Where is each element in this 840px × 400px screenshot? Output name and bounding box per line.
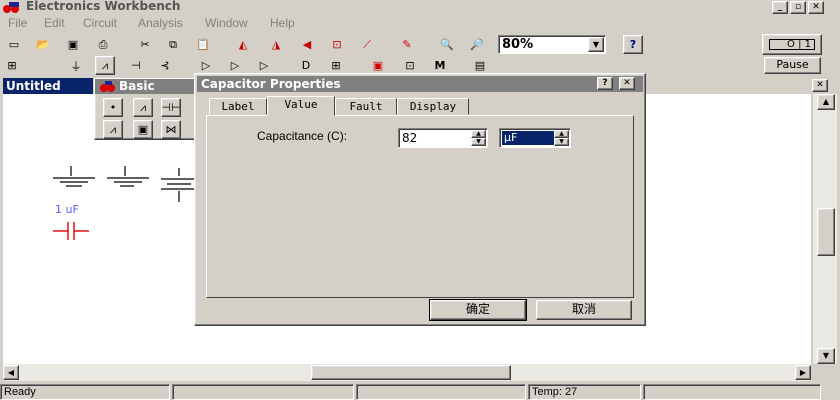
transistors-icon[interactable]: ⊰ bbox=[155, 56, 175, 75]
dialog-close-button[interactable]: ✕ bbox=[619, 77, 635, 90]
diodes-icon[interactable]: ⊣ bbox=[126, 56, 146, 75]
menu-edit[interactable]: Edit bbox=[44, 16, 65, 30]
rotate-icon[interactable]: ◭ bbox=[233, 35, 253, 54]
menu-window[interactable]: Window bbox=[205, 16, 248, 30]
unit-down-icon[interactable]: ▼ bbox=[554, 138, 569, 146]
potentiometer-icon[interactable]: ⩘ bbox=[103, 120, 123, 139]
capacitor-label: 1 uF bbox=[55, 203, 79, 216]
unit-up-icon[interactable]: ▲ bbox=[554, 130, 569, 138]
status-cell-5 bbox=[643, 384, 821, 400]
menu-bar: File Edit Circuit Analysis Window Help bbox=[0, 16, 840, 32]
flip-horizontal-icon[interactable]: ◮ bbox=[266, 35, 286, 54]
subcircuit-icon[interactable]: ⊡ bbox=[327, 35, 347, 54]
status-cell-3 bbox=[356, 384, 526, 400]
capacitance-up-icon[interactable]: ▲ bbox=[471, 130, 486, 138]
document-close-button[interactable]: ✕ bbox=[812, 79, 828, 92]
component-properties-icon[interactable]: ✎ bbox=[397, 35, 417, 54]
app-title: Electronics Workbench bbox=[26, 0, 181, 13]
zoom-out-icon[interactable]: 🔍 bbox=[437, 35, 457, 54]
relay-icon[interactable]: ⋈ bbox=[161, 120, 181, 139]
menu-help[interactable]: Help bbox=[270, 16, 295, 30]
flip-vertical-icon[interactable]: ◀ bbox=[297, 35, 317, 54]
document-title: Untitled bbox=[3, 78, 93, 94]
tab-fault[interactable]: Fault bbox=[335, 98, 397, 115]
cut-icon[interactable]: ✂ bbox=[135, 35, 155, 54]
vertical-scroll-thumb[interactable] bbox=[817, 208, 835, 256]
cancel-button[interactable]: 取消 bbox=[536, 300, 632, 320]
zoom-select[interactable]: 80% ▼ bbox=[498, 35, 606, 54]
connector-icon[interactable]: • bbox=[103, 98, 123, 117]
tab-value[interactable]: Value bbox=[267, 96, 335, 116]
help-button[interactable]: ? bbox=[623, 35, 643, 54]
status-ready: Ready bbox=[0, 384, 170, 400]
capacitance-down-icon[interactable]: ▼ bbox=[471, 138, 486, 146]
basic-icon[interactable]: ⩘ bbox=[95, 56, 115, 75]
capacitance-input[interactable]: 82 ▲ ▼ bbox=[398, 128, 488, 148]
new-icon[interactable]: ▭ bbox=[4, 35, 24, 54]
menu-file[interactable]: File bbox=[8, 16, 27, 30]
horizontal-scrollbar[interactable]: ◀ ▶ bbox=[3, 364, 811, 381]
main-toolbar: ▭ 📂 ▣ ⎙ ✂ ⧉ 📋 ◭ ◮ ◀ ⊡ ⟋ ✎ 🔍 🔎 80% ▼ ? O … bbox=[0, 33, 840, 55]
basic-palette-icon bbox=[100, 81, 115, 92]
unit-value: µF bbox=[502, 131, 554, 145]
value-tab-panel: Capacitance (C): 82 ▲ ▼ µF ▲ ▼ bbox=[206, 115, 634, 298]
close-button[interactable]: ✕ bbox=[808, 1, 824, 14]
chevron-down-icon[interactable]: ▼ bbox=[588, 37, 604, 52]
parts-bin-icon[interactable]: ⊞ bbox=[2, 56, 22, 75]
menu-analysis[interactable]: Analysis bbox=[138, 16, 183, 30]
print-icon[interactable]: ⎙ bbox=[93, 35, 113, 54]
sources-icon[interactable]: ⏚ bbox=[66, 56, 86, 75]
resistor-icon[interactable]: ⩘ bbox=[133, 98, 153, 117]
capacitance-label: Capacitance (C): bbox=[257, 129, 348, 143]
scroll-up-icon[interactable]: ▲ bbox=[817, 94, 835, 110]
paste-icon[interactable]: 📋 bbox=[193, 35, 213, 54]
transformer-icon[interactable]: ▣ bbox=[133, 120, 153, 139]
power-switch-icon: O | 1 bbox=[769, 39, 815, 50]
copy-icon[interactable]: ⧉ bbox=[163, 35, 183, 54]
vertical-scrollbar[interactable]: ▲ ▼ bbox=[813, 94, 837, 364]
scroll-down-icon[interactable]: ▼ bbox=[817, 348, 835, 364]
unit-spinner[interactable]: µF ▲ ▼ bbox=[499, 128, 571, 148]
restore-button[interactable]: ▫ bbox=[790, 1, 806, 14]
save-icon[interactable]: ▣ bbox=[63, 35, 83, 54]
zoom-value: 80% bbox=[502, 37, 534, 52]
basic-palette: Basic • ⩘ ⊣⊢ ⩘ ▣ ⋈ bbox=[94, 78, 204, 140]
capacitor-properties-dialog: Capacitor Properties ? ✕ Label Value Fau… bbox=[194, 73, 646, 326]
zoom-in-icon[interactable]: 🔎 bbox=[467, 35, 487, 54]
title-bar: Electronics Workbench _ ▫ ✕ bbox=[0, 0, 840, 15]
dialog-title: Capacitor Properties bbox=[197, 76, 643, 92]
status-temp: Temp: 27 bbox=[528, 384, 641, 400]
tab-display[interactable]: Display bbox=[397, 98, 469, 115]
ok-button[interactable]: 确定 bbox=[429, 299, 527, 321]
capacitance-value: 82 bbox=[402, 131, 418, 145]
pause-button[interactable]: Pause bbox=[764, 57, 821, 74]
tab-label[interactable]: Label bbox=[209, 98, 267, 115]
capacitor-icon[interactable] bbox=[53, 219, 93, 243]
minimize-button[interactable]: _ bbox=[772, 1, 788, 14]
power-switch[interactable]: O | 1 bbox=[762, 34, 822, 55]
app-icon bbox=[3, 2, 19, 13]
scroll-left-icon[interactable]: ◀ bbox=[3, 365, 19, 380]
status-cell-2 bbox=[172, 384, 354, 400]
open-icon[interactable]: 📂 bbox=[33, 35, 53, 54]
graph-icon[interactable]: ⟋ bbox=[357, 35, 377, 54]
menu-circuit[interactable]: Circuit bbox=[83, 16, 117, 30]
dialog-help-button[interactable]: ? bbox=[597, 77, 613, 90]
capacitor-palette-icon[interactable]: ⊣⊢ bbox=[161, 98, 181, 117]
scroll-right-icon[interactable]: ▶ bbox=[795, 365, 811, 380]
horizontal-scroll-thumb[interactable] bbox=[311, 365, 511, 380]
status-bar: Ready Temp: 27 bbox=[0, 383, 840, 400]
